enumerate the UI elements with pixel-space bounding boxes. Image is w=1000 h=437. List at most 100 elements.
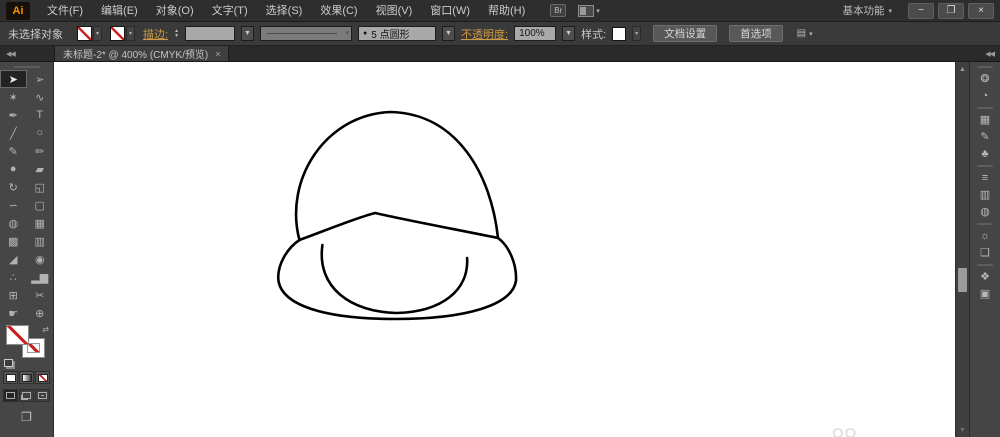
scrollbar-thumb[interactable] (958, 268, 967, 292)
menu-item[interactable]: 文字(T) (203, 0, 257, 22)
type-tool[interactable]: T (27, 106, 54, 124)
menu-item[interactable]: 视图(V) (367, 0, 422, 22)
direct-selection-tool[interactable]: ➢ (27, 70, 54, 88)
stepper-down-icon[interactable]: ▼ (174, 34, 179, 39)
document-setup-button[interactable]: 文档设置 (653, 25, 717, 42)
opacity-input[interactable]: 100% (514, 26, 556, 41)
chevron-down-icon[interactable]: ▾ (93, 26, 102, 41)
width-profile-dropdown[interactable] (260, 26, 352, 41)
rotate-tool[interactable]: ↻ (0, 178, 27, 196)
paintbrush-tool[interactable]: ✎ (0, 142, 27, 160)
restore-button[interactable]: ❐ (938, 3, 964, 19)
graphic-styles-panel-icon[interactable]: ❏ (970, 244, 1000, 261)
fringe-line[interactable] (299, 213, 498, 240)
dock-collapse-button[interactable]: ◀◀ (956, 46, 1000, 61)
swap-fill-stroke-icon[interactable]: ⇄ (42, 325, 49, 334)
stroke-panel-icon[interactable]: ≡ (970, 162, 1000, 186)
zoom-tool[interactable]: ⊕ (27, 304, 54, 322)
slice-tool[interactable]: ✂ (27, 286, 54, 304)
fill-swatch[interactable] (6, 325, 29, 345)
column-graph-tool[interactable]: ▂▆ (27, 268, 54, 286)
blend-tool[interactable]: ◉ (27, 250, 54, 268)
layers-panel-icon[interactable]: ❖ (970, 261, 1000, 285)
artboard-tool[interactable]: ⊞ (0, 286, 27, 304)
opacity-panel-link[interactable]: 不透明度: (461, 26, 508, 42)
magic-wand-tool[interactable]: ✶ (0, 88, 27, 106)
chevron-down-icon[interactable]: ▾ (126, 26, 135, 41)
style-swatch[interactable] (612, 27, 626, 41)
hand-tool[interactable]: ☛ (0, 304, 27, 322)
opacity-dropdown-button[interactable]: ▼ (562, 26, 575, 41)
lasso-tool[interactable]: ∿ (27, 88, 54, 106)
document-tab[interactable]: 未标题-2* @ 400% (CMYK/预览) × (54, 46, 229, 61)
stroke-panel-link[interactable]: 描边: (143, 26, 168, 42)
preferences-button[interactable]: 首选项 (729, 25, 783, 42)
color-guide-panel-icon[interactable]: ◔ (970, 87, 1000, 104)
shape-builder-tool[interactable]: ◍ (0, 214, 27, 232)
tab-close-icon[interactable]: × (215, 49, 220, 59)
menu-item[interactable]: 效果(C) (311, 0, 366, 22)
artboards-panel-icon[interactable]: ▣ (970, 285, 1000, 302)
style-dropdown-button[interactable]: ▾ (632, 26, 641, 41)
line-segment-tool[interactable]: ╱ (0, 124, 27, 142)
free-transform-tool[interactable]: ▢ (27, 196, 54, 214)
menu-item[interactable]: 编辑(E) (92, 0, 147, 22)
bridge-button[interactable]: Br (550, 4, 566, 17)
scale-tool[interactable]: ◱ (27, 178, 54, 196)
gradient-panel-icon[interactable]: ▥ (970, 186, 1000, 203)
face-curve[interactable] (322, 245, 467, 313)
stroke-color-control[interactable]: ▾ (110, 26, 135, 41)
stroke-weight-input[interactable] (185, 26, 235, 41)
none-button[interactable] (35, 371, 50, 384)
workspace-switcher[interactable]: 基本功能 ▾ (842, 3, 892, 18)
panel-grip[interactable] (14, 66, 40, 68)
default-fill-stroke-icon[interactable] (4, 359, 13, 367)
draw-normal-button[interactable] (3, 389, 18, 402)
fill-none-swatch[interactable] (77, 26, 92, 41)
scroll-up-icon[interactable]: ▲ (956, 66, 969, 73)
stroke-weight-stepper[interactable]: ▲ ▼ (174, 29, 179, 39)
artboard-canvas[interactable]: OO (54, 62, 955, 437)
screen-mode-button[interactable]: ❐ (0, 410, 53, 424)
stroke-none-swatch[interactable] (110, 26, 125, 41)
brushes-panel-icon[interactable]: ✎ (970, 128, 1000, 145)
close-button[interactable]: × (968, 3, 994, 19)
menu-item[interactable]: 窗口(W) (421, 0, 479, 22)
head-outline[interactable] (278, 112, 516, 319)
menu-item[interactable]: 帮助(H) (479, 0, 534, 22)
toolbar-collapse-button[interactable]: ◀◀ (0, 46, 54, 61)
eraser-tool[interactable]: ▰ (27, 160, 54, 178)
symbol-sprayer-tool[interactable]: ∴ (0, 268, 27, 286)
appearance-panel-icon[interactable]: ☼ (970, 220, 1000, 244)
fill-color-control[interactable]: ▾ (77, 26, 102, 41)
gradient-tool[interactable]: ▥ (27, 232, 54, 250)
draw-behind-button[interactable] (19, 389, 34, 402)
arrange-documents-button[interactable]: ▾ (578, 5, 600, 17)
color-button[interactable] (3, 371, 18, 384)
color-panel-icon[interactable]: ❂ (970, 63, 1000, 87)
menu-item[interactable]: 对象(O) (147, 0, 203, 22)
stroke-weight-dropdown[interactable]: ▼ (241, 26, 254, 41)
transparency-panel-icon[interactable]: ◍ (970, 203, 1000, 220)
eyedropper-tool[interactable]: ◢ (0, 250, 27, 268)
control-panel-menu[interactable]: ▤ ▾ (797, 28, 813, 39)
symbols-panel-icon[interactable]: ♣ (970, 145, 1000, 162)
scroll-down-icon[interactable]: ▼ (956, 427, 969, 434)
pen-tool[interactable]: ✒ (0, 106, 27, 124)
draw-inside-button[interactable] (35, 389, 50, 402)
vertical-scrollbar[interactable]: ▲ ▼ (955, 62, 969, 437)
pencil-tool[interactable]: ✏ (27, 142, 54, 160)
selection-tool[interactable]: ➤ (0, 70, 27, 88)
mesh-tool[interactable]: ▩ (0, 232, 27, 250)
blob-brush-tool[interactable]: ● (0, 160, 27, 178)
perspective-grid-tool[interactable]: ▦ (27, 214, 54, 232)
ellipse-tool[interactable]: ○ (27, 124, 54, 142)
menu-item[interactable]: 选择(S) (257, 0, 312, 22)
menu-item[interactable]: 文件(F) (38, 0, 92, 22)
width-tool[interactable]: ∽ (0, 196, 27, 214)
brush-dropdown-button[interactable]: ▼ (442, 26, 455, 41)
brush-definition-dropdown[interactable]: ● 5 点圆形 (358, 26, 436, 41)
minimize-button[interactable]: − (908, 3, 934, 19)
swatches-panel-icon[interactable]: ▦ (970, 104, 1000, 128)
gradient-button[interactable] (19, 371, 34, 384)
